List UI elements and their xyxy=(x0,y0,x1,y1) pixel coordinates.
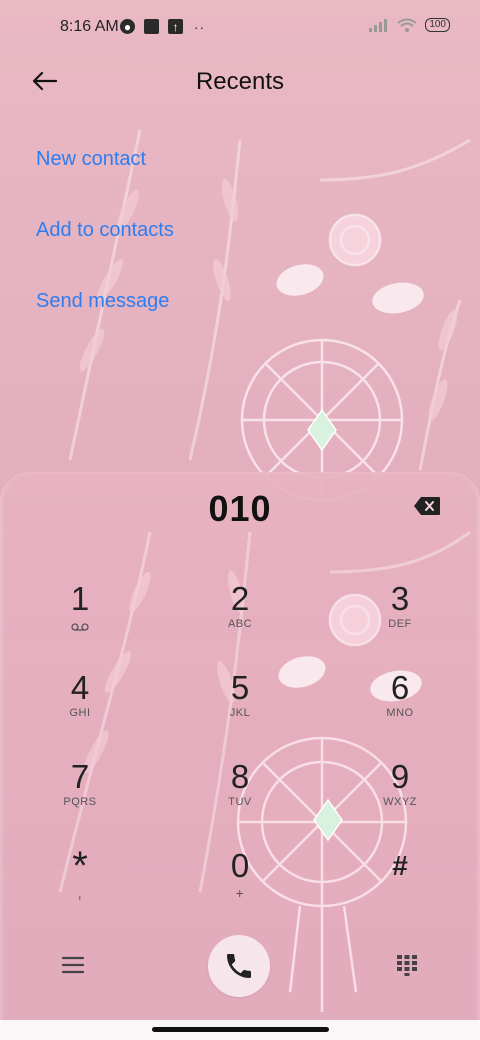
page-title: Recents xyxy=(195,68,285,95)
upload-icon: ↑ xyxy=(168,19,183,34)
signal-icon xyxy=(369,19,388,32)
key-5[interactable]: 5 JKL xyxy=(185,663,295,743)
key-0[interactable]: 0 + xyxy=(185,841,295,921)
key-7[interactable]: 7 PQRS xyxy=(25,752,135,832)
system-icons: 100 xyxy=(369,18,450,32)
key-digit: # xyxy=(392,850,408,881)
navigation-bar xyxy=(0,1020,480,1040)
key-digit: 9 xyxy=(390,758,410,795)
key-digit: 4 xyxy=(70,669,90,706)
key-digit: 1 xyxy=(70,580,90,617)
key-letters: , xyxy=(77,885,83,901)
key-4[interactable]: 4 GHI xyxy=(25,663,135,743)
home-indicator[interactable] xyxy=(152,1027,329,1032)
menu-icon[interactable] xyxy=(60,954,86,976)
key-letters: GHI xyxy=(69,707,91,719)
key-1[interactable]: 1 xyxy=(25,574,135,654)
dialed-number: 010 xyxy=(208,488,272,529)
bottom-action-bar xyxy=(0,928,480,1004)
key-letters: PQRS xyxy=(63,796,97,808)
key-6[interactable]: 6 MNO xyxy=(345,663,455,743)
key-3[interactable]: 3 DEF xyxy=(345,574,455,654)
key-8[interactable]: 8 TUV xyxy=(185,752,295,832)
voicemail-icon xyxy=(71,623,89,631)
key-digit: * xyxy=(72,844,88,888)
key-digit: 0 xyxy=(230,847,250,884)
phone-icon xyxy=(227,954,251,978)
key-letters: ABC xyxy=(227,618,253,630)
notification-icons: ● ↑ ·· xyxy=(120,18,207,35)
status-bar: 8:16 AM ● ↑ ·· 100 xyxy=(0,0,480,56)
key-digit: 3 xyxy=(390,580,410,617)
send-message-link[interactable]: Send message xyxy=(36,290,169,313)
new-contact-link[interactable]: New contact xyxy=(36,148,146,171)
key-letters: DEF xyxy=(388,618,412,630)
dialpad-icon[interactable] xyxy=(396,954,418,976)
key-9[interactable]: 9 WXYZ xyxy=(345,752,455,832)
call-button[interactable] xyxy=(208,935,270,997)
add-to-contacts-link[interactable]: Add to contacts xyxy=(36,219,174,242)
key-digit: 2 xyxy=(230,580,250,617)
more-dots-icon: ·· xyxy=(193,18,206,35)
notification-square-icon xyxy=(144,19,159,34)
header: Recents xyxy=(0,56,480,106)
backspace-icon[interactable] xyxy=(413,496,441,516)
key-letters: JKL xyxy=(229,707,251,719)
key-digit: 6 xyxy=(390,669,410,706)
wifi-icon xyxy=(397,18,417,32)
battery-icon: 100 xyxy=(425,18,450,32)
key-letters: TUV xyxy=(228,796,252,808)
key-star[interactable]: * , xyxy=(25,841,135,921)
key-letters xyxy=(345,885,455,899)
key-hash[interactable]: # xyxy=(345,841,455,921)
key-digit: 5 xyxy=(230,669,250,706)
key-letters: MNO xyxy=(386,707,414,719)
status-time: 8:16 AM xyxy=(60,18,119,35)
key-letters: WXYZ xyxy=(383,796,417,808)
notification-app-icon: ● xyxy=(120,19,135,34)
key-letters: + xyxy=(235,885,245,901)
key-digit: 8 xyxy=(230,758,250,795)
key-2[interactable]: 2 ABC xyxy=(185,574,295,654)
key-digit: 7 xyxy=(70,758,90,795)
